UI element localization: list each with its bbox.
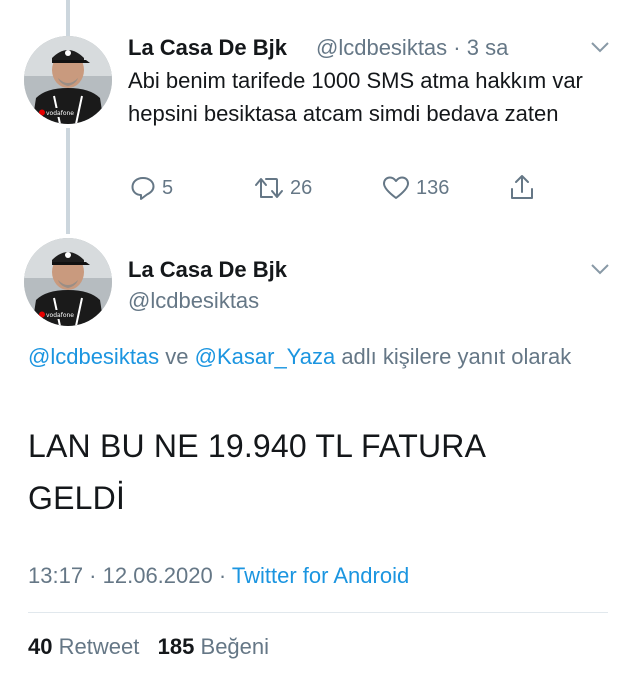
chevron-down-icon[interactable] [590,40,610,54]
tweet-stats: 40 Retweet 185 Beğeni [28,634,269,660]
author-name[interactable]: La Casa De Bjk [128,257,287,283]
likes-stat[interactable]: 185 Beğeni [158,634,269,659]
thread-line-middle [66,128,70,234]
tweet-time[interactable]: 13:17 [28,563,83,588]
like-label: Beğeni [200,634,270,659]
author-name[interactable]: La Casa De Bjk [128,35,287,61]
divider [28,612,608,613]
tweet-date[interactable]: 12.06.2020 [103,563,213,588]
mention-link[interactable]: @lcdbesiktas [28,344,159,369]
author-handle[interactable]: @lcdbesiktas · 3 sa [316,35,508,61]
author-handle[interactable]: @lcdbesiktas [128,288,259,314]
author-handle-text: @lcdbesiktas [316,35,448,60]
tweet-time: 3 sa [466,35,509,60]
reply-context: @lcdbesiktas ve @Kasar_Yaza adlı kişiler… [28,340,608,373]
reply-button[interactable]: 5 [130,175,173,201]
avatar-badge-text: vodafone [46,110,74,117]
chevron-down-icon[interactable] [590,262,610,276]
tweet-source-link[interactable]: Twitter for Android [232,563,409,588]
reply-joiner: ve [159,344,195,369]
retweet-button[interactable]: 26 [254,175,312,201]
like-count: 136 [416,176,450,199]
like-count: 185 [157,634,195,659]
retweet-label: Retweet [58,634,140,659]
avatar[interactable]: vodafone [24,238,112,326]
mention-link[interactable]: @Kasar_Yaza [195,344,336,369]
tweet-text: LAN BU NE 19.940 TL FATURA GELDİ [28,428,485,516]
meta-separator: · [212,563,232,588]
tweet-meta: 13:17 · 12.06.2020 · Twitter for Android [28,563,409,589]
thread-line-top [66,0,70,36]
share-button[interactable] [509,173,535,201]
heart-icon [383,176,409,199]
share-icon [511,175,533,199]
retweet-count: 40 [28,634,53,659]
tweet-text: Abi benim tarifede 1000 SMS atma hakkım … [128,68,583,126]
avatar[interactable]: vodafone [24,36,112,124]
retweet-count: 26 [290,176,313,199]
reply-suffix: adlı kişilere yanıt olarak [335,344,572,369]
meta-separator: · [83,563,103,588]
like-button[interactable]: 136 [382,175,449,201]
avatar-badge-text: vodafone [46,312,74,319]
retweets-stat[interactable]: 40 Retweet [28,634,139,659]
retweet-icon [255,178,283,198]
reply-count: 5 [162,176,174,199]
reply-icon [131,177,155,200]
handle-separator: · [453,35,461,60]
